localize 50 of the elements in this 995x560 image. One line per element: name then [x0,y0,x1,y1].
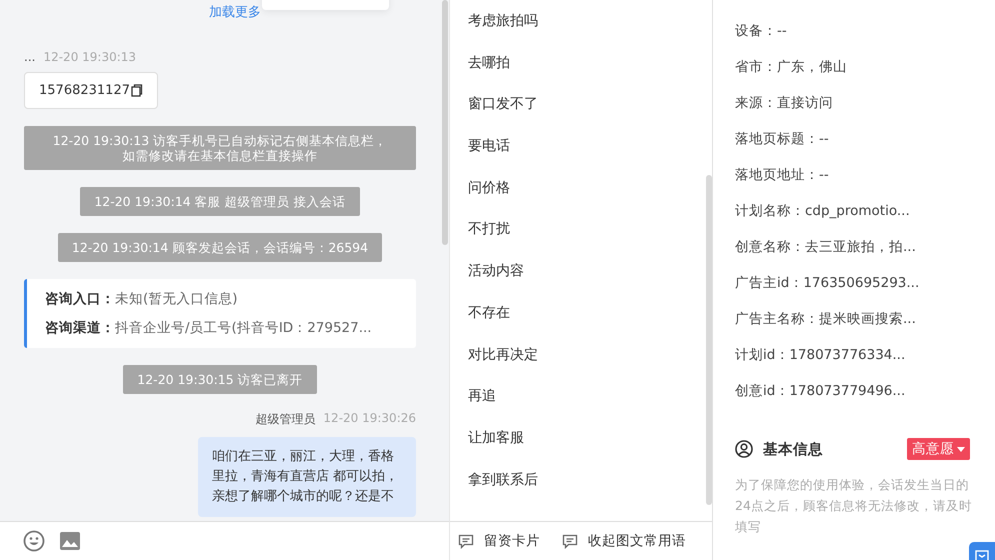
visitor-field: 创意名称：去三亚旅拍，拍... [735,236,995,259]
quick-phrase[interactable]: 活动内容 [468,260,524,282]
image-icon[interactable] [59,531,81,551]
system-notice: 12-20 19:30:15 访客已离开 [123,365,317,394]
user-icon [735,440,753,458]
visitor-field: 广告主id：176350695293... [735,272,995,295]
message-bubble: 咱们在三亚，丽江，大理，香格里拉，青海有直营店 都可以拍，亲想了解哪个城市的呢？还是不 [198,437,416,517]
visitor-field: 创意id：178073779496... [735,380,995,403]
caret-icon [957,446,965,452]
visitor-field: 设备：-- [735,20,995,43]
scrollbar[interactable] [706,175,712,505]
visitor-field: 计划id：178073776334... [735,344,995,367]
system-notice: 12-20 19:30:14 客服 超级管理员 接入会话 [80,187,360,216]
visitor-field: 省市：广东，佛山 [735,56,995,79]
hint-text: 为了保障您的使用体验，会话发生当日的24点之后，顾客信息将无法修改，请及时填写 [735,476,973,536]
visitor-field: 广告主名称：提米映画搜索... [735,308,995,331]
quick-phrase[interactable]: 去哪拍 [468,52,510,74]
quick-phrase[interactable]: 窗口发不了 [468,93,538,116]
system-notice: 12-20 19:30:13 访客手机号已自动标记右侧基本信息栏，如需修改请在基本信息栏直接操作 [24,126,416,170]
quick-phrase[interactable]: 问价格 [468,176,510,199]
quick-phrase[interactable]: 对比再决定 [468,344,538,366]
action-button[interactable]: 收起图文常用语 [588,532,686,550]
visitor-field: 落地页标题：-- [735,128,995,151]
intent-tag[interactable]: 高意愿 [907,438,970,460]
phone-message: 15768231127 [24,72,158,109]
quick-phrase[interactable]: 不打扰 [468,218,510,240]
visitor-field: 计划名称：cdp_promotio... [735,200,995,223]
emoji-icon[interactable] [23,530,45,552]
envelope-icon [975,550,989,560]
message-icon [458,534,474,548]
message-time: 12-20 19:30:13 [43,50,136,64]
message-time: 12-20 19:30:26 [323,411,416,427]
entry-info-text: 咨询入口：未知(暂无入口信息) [45,290,239,308]
entry-info-text: 咨询渠道：抖音企业号/员工号(抖音号ID：279527... [45,319,373,337]
copy-icon[interactable] [130,84,143,97]
quick-phrase[interactable]: 考虑旅拍吗 [468,10,538,32]
sender-name: 超级管理员 [255,411,316,428]
quick-phrase[interactable]: 拿到联系后 [468,468,538,491]
quick-phrase[interactable]: 让加客服 [468,426,524,449]
quick-phrase[interactable]: 不存在 [468,302,510,324]
quick-phrase[interactable]: 要电话 [468,135,510,158]
message-icon [562,534,578,548]
quick-phrase[interactable]: 再追 [468,385,496,408]
action-button[interactable]: 留资卡片 [484,532,540,550]
sender-name: ... [24,50,36,64]
visitor-field: 来源：直接访问 [735,92,995,115]
section-title: 基本信息 [763,440,824,458]
visitor-field: 落地页地址：-- [735,164,995,187]
scrollbar[interactable] [442,0,448,245]
system-notice: 12-20 19:30:14 顾客发起会话，会话编号：26594 [58,233,382,262]
